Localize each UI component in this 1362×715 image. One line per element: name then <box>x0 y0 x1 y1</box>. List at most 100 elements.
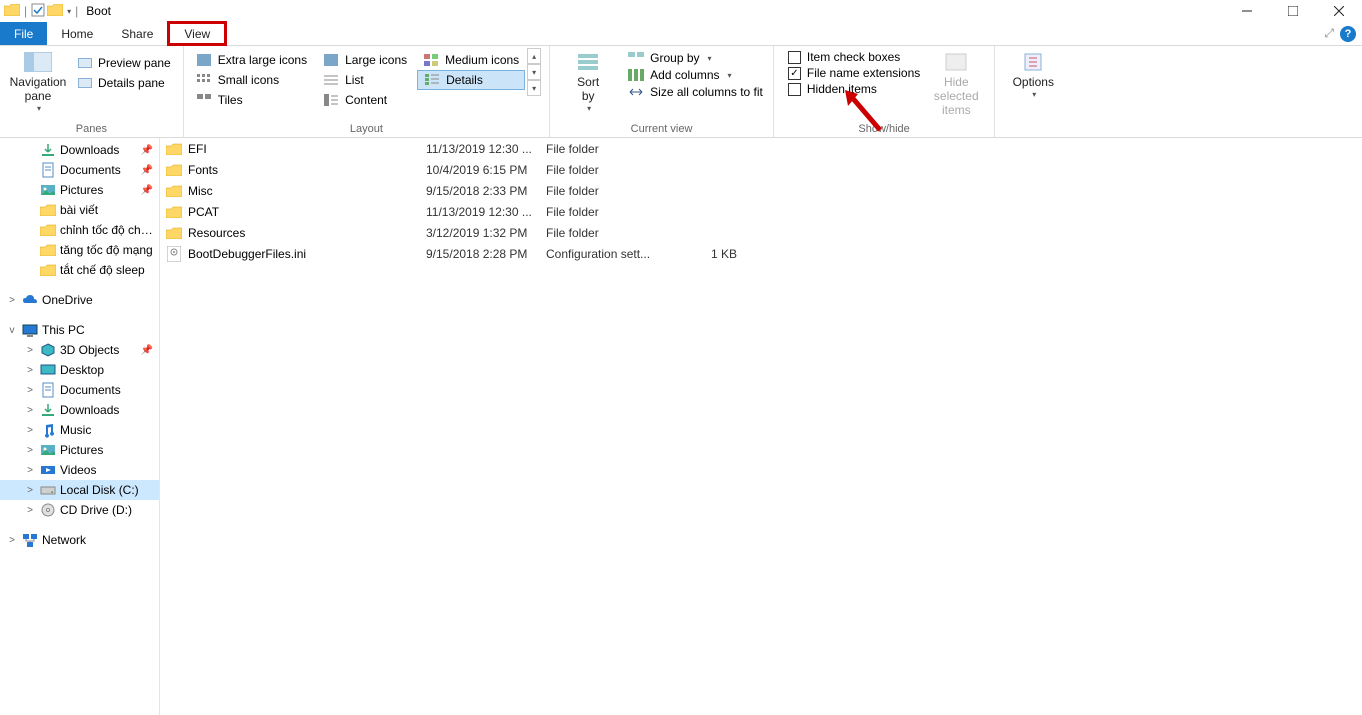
tab-share[interactable]: Share <box>107 22 167 45</box>
nav-item-label: Downloads <box>60 403 153 417</box>
sort-by-button[interactable]: Sort by ▾ <box>556 48 620 115</box>
maximize-button[interactable] <box>1270 0 1316 22</box>
layout-scroll-up[interactable]: ▴ <box>527 48 541 64</box>
expand-icon[interactable]: > <box>24 445 36 456</box>
nav-item[interactable]: vThis PC <box>0 320 159 340</box>
pin-icon: 📌 <box>141 185 153 196</box>
file-name: Misc <box>188 184 426 198</box>
nav-item[interactable]: >Desktop <box>0 360 159 380</box>
expand-icon[interactable]: > <box>24 365 36 376</box>
layout-small-icons[interactable]: Small icons <box>190 70 313 90</box>
nav-item[interactable]: > Network <box>0 530 159 550</box>
expand-icon[interactable]: > <box>24 405 36 416</box>
file-list[interactable]: EFI11/13/2019 12:30 ...File folderFonts1… <box>160 138 1362 715</box>
nav-item[interactable]: tắt chế độ sleep <box>0 260 159 280</box>
nav-item[interactable]: >Documents <box>0 380 159 400</box>
file-type: File folder <box>546 163 711 177</box>
pin-icon: 📌 <box>141 165 153 176</box>
nav-item-label: Videos <box>60 463 153 477</box>
expand-icon[interactable]: > <box>24 465 36 476</box>
file-name-extensions-toggle[interactable]: ✓File name extensions <box>784 66 924 80</box>
expand-icon[interactable]: > <box>24 425 36 436</box>
minimize-button[interactable] <box>1224 0 1270 22</box>
expand-icon[interactable]: > <box>24 485 36 496</box>
file-row[interactable]: Fonts10/4/2019 6:15 PMFile folder <box>160 159 1362 180</box>
nav-item[interactable]: Pictures📌 <box>0 180 159 200</box>
expand-icon[interactable]: v <box>6 325 18 336</box>
nav-item[interactable]: tăng tốc độ mạng <box>0 240 159 260</box>
window-title: Boot <box>82 4 111 18</box>
expand-icon[interactable]: > <box>24 385 36 396</box>
layout-scroll-down[interactable]: ▾ <box>527 64 541 80</box>
tab-home[interactable]: Home <box>47 22 107 45</box>
layout-content[interactable]: Content <box>317 90 413 110</box>
nav-item[interactable]: > Downloads <box>0 400 159 420</box>
nav-item[interactable]: chỉnh tốc độ chuột <box>0 220 159 240</box>
file-name: Fonts <box>188 163 426 177</box>
options-button[interactable]: Options ▾ <box>1001 48 1065 101</box>
music-icon <box>40 422 56 438</box>
layout-tiles[interactable]: Tiles <box>190 90 313 110</box>
ribbon-group-current-view: Sort by ▾ Group by▾ Add columns▾ Size al… <box>550 46 774 137</box>
expand-icon[interactable]: > <box>6 535 18 546</box>
ribbon-group-show-hide: Item check boxes ✓File name extensions H… <box>774 46 995 137</box>
layout-gallery-more[interactable]: ▾ <box>527 80 541 96</box>
layout-list[interactable]: List <box>317 70 413 90</box>
nav-item-label: Network <box>42 533 153 547</box>
expand-icon[interactable]: > <box>24 505 36 516</box>
folder-icon <box>160 206 188 218</box>
hidden-items-toggle[interactable]: Hidden items <box>784 82 924 96</box>
expand-icon[interactable]: > <box>24 345 36 356</box>
file-date: 10/4/2019 6:15 PM <box>426 163 546 177</box>
nav-item[interactable]: bài viết <box>0 200 159 220</box>
nav-item[interactable]: >3D Objects📌 <box>0 340 159 360</box>
close-button[interactable] <box>1316 0 1362 22</box>
ribbon-group-layout: Extra large icons Large icons Medium ico… <box>184 46 550 137</box>
qat-dropdown-icon[interactable]: ▾ <box>65 7 71 16</box>
navigation-pane-button[interactable]: Navigation pane ▾ <box>6 48 70 115</box>
nav-item[interactable]: Downloads📌 <box>0 140 159 160</box>
layout-medium-icons[interactable]: Medium icons <box>417 50 525 70</box>
file-date: 9/15/2018 2:28 PM <box>426 247 546 261</box>
item-checkboxes-toggle[interactable]: Item check boxes <box>784 50 924 64</box>
file-row[interactable]: EFI11/13/2019 12:30 ...File folder <box>160 138 1362 159</box>
nav-item[interactable]: > Local Disk (C:) <box>0 480 159 500</box>
file-row[interactable]: PCAT11/13/2019 12:30 ...File folder <box>160 201 1362 222</box>
expand-icon[interactable]: > <box>6 295 18 306</box>
file-date: 3/12/2019 1:32 PM <box>426 226 546 240</box>
size-all-columns-button[interactable]: Size all columns to fit <box>624 84 767 100</box>
tab-view[interactable]: View <box>167 21 227 46</box>
file-name: BootDebuggerFiles.ini <box>188 247 426 261</box>
file-row[interactable]: BootDebuggerFiles.ini9/15/2018 2:28 PMCo… <box>160 243 1362 264</box>
qat-check-icon[interactable] <box>31 3 45 20</box>
file-name: EFI <box>188 142 426 156</box>
nav-item[interactable]: >OneDrive <box>0 290 159 310</box>
nav-item-label: Local Disk (C:) <box>60 483 153 497</box>
minimize-ribbon-icon[interactable]: ⤢ <box>1324 26 1334 41</box>
hide-selected-items-button[interactable]: Hide selected items <box>924 48 988 119</box>
file-row[interactable]: Resources3/12/2019 1:32 PMFile folder <box>160 222 1362 243</box>
pic-icon <box>40 182 56 198</box>
preview-pane-button[interactable]: Preview pane <box>72 54 177 72</box>
separator: | <box>22 4 29 18</box>
tab-file[interactable]: File <box>0 22 47 45</box>
nav-item[interactable]: Documents📌 <box>0 160 159 180</box>
layout-large-icons[interactable]: Large icons <box>317 50 413 70</box>
nav-item[interactable]: > Videos <box>0 460 159 480</box>
details-pane-button[interactable]: Details pane <box>72 74 177 92</box>
nav-item[interactable]: > Pictures <box>0 440 159 460</box>
group-by-button[interactable]: Group by▾ <box>624 50 767 66</box>
nav-item-label: Pictures <box>60 443 153 457</box>
file-date: 11/13/2019 12:30 ... <box>426 205 546 219</box>
help-icon[interactable]: ? <box>1340 26 1356 42</box>
layout-extra-large-icons[interactable]: Extra large icons <box>190 50 313 70</box>
navigation-tree[interactable]: Downloads📌Documents📌Pictures📌bài viếtchỉ… <box>0 138 160 715</box>
download-icon <box>40 402 56 418</box>
nav-item[interactable]: >CD Drive (D:) <box>0 500 159 520</box>
folder-icon <box>40 242 56 258</box>
layout-details[interactable]: Details <box>417 70 525 90</box>
file-row[interactable]: Misc9/15/2018 2:33 PMFile folder <box>160 180 1362 201</box>
add-columns-button[interactable]: Add columns▾ <box>624 67 767 83</box>
nav-item[interactable]: >Music <box>0 420 159 440</box>
folder-icon <box>40 262 56 278</box>
